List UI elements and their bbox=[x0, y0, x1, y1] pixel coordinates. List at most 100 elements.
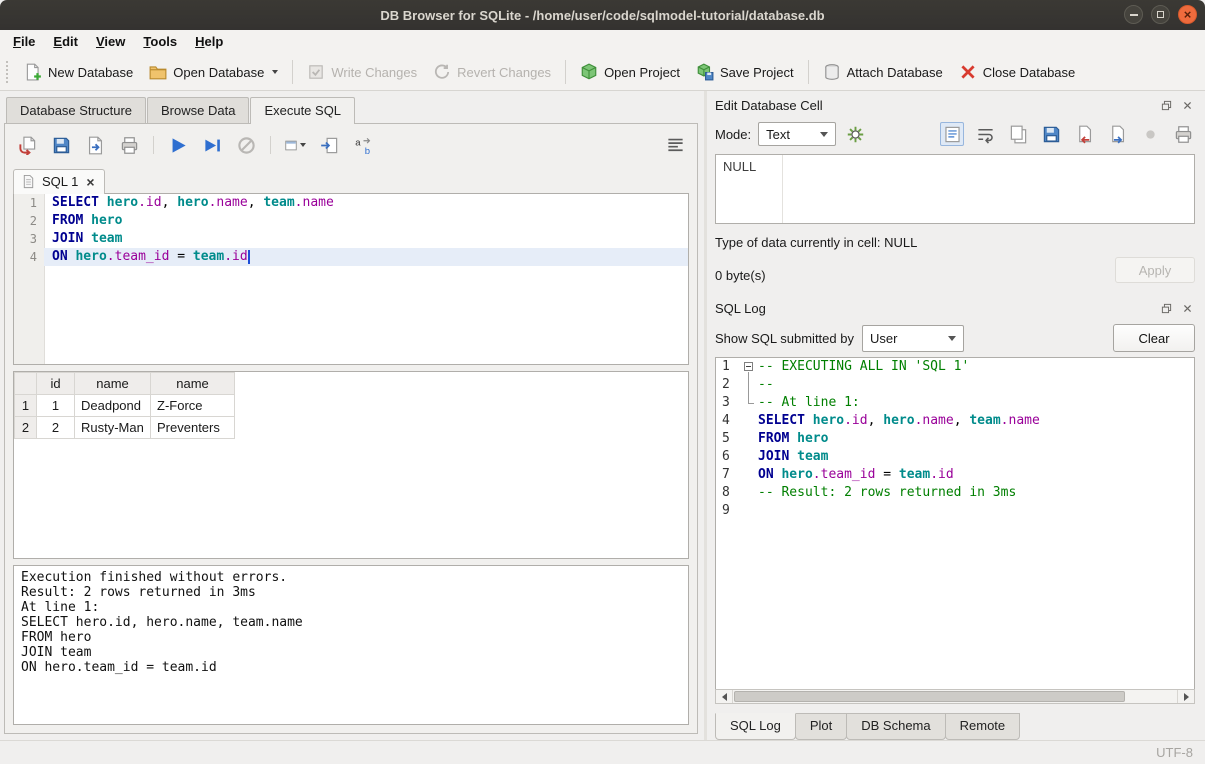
revert-changes-icon bbox=[433, 63, 451, 81]
set-null-button[interactable] bbox=[1138, 122, 1162, 146]
new-sql-tab-button[interactable] bbox=[283, 133, 307, 157]
menu-item-file[interactable]: File bbox=[4, 30, 44, 54]
float-button[interactable] bbox=[1158, 97, 1174, 113]
fold-marker[interactable] bbox=[740, 358, 758, 376]
svg-text:a: a bbox=[355, 137, 361, 148]
open-project-button[interactable]: Open Project bbox=[572, 58, 688, 86]
log-line: 9 bbox=[716, 502, 1194, 520]
word-wrap-button[interactable] bbox=[973, 122, 997, 146]
attach-database-button[interactable]: Attach Database bbox=[815, 58, 951, 86]
dock-close-button[interactable] bbox=[1179, 97, 1195, 113]
save-sql-file-button[interactable] bbox=[49, 133, 73, 157]
close-tab-icon[interactable]: × bbox=[86, 175, 94, 189]
print-sql-icon bbox=[120, 136, 139, 155]
cell-editor[interactable]: NULL bbox=[715, 154, 1195, 224]
tab-browse-data[interactable]: Browse Data bbox=[147, 97, 249, 123]
sql-toolbar: ab bbox=[13, 130, 689, 160]
line-number: 1 bbox=[716, 358, 740, 376]
execute-current-line-icon bbox=[203, 136, 222, 155]
row-header[interactable]: 1 bbox=[15, 395, 37, 417]
save-cell-button[interactable] bbox=[1039, 122, 1063, 146]
edit-cell-title: Edit Database Cell bbox=[715, 98, 1153, 113]
app-window: DB Browser for SQLite - /home/user/code/… bbox=[0, 0, 1205, 764]
column-header[interactable]: id bbox=[37, 373, 75, 395]
clear-button[interactable]: Clear bbox=[1113, 324, 1195, 352]
find-replace-button[interactable]: ab bbox=[351, 133, 375, 157]
close-database-button[interactable]: Close Database bbox=[951, 58, 1084, 86]
menu-item-view[interactable]: View bbox=[87, 30, 134, 54]
tab-db-schema[interactable]: DB Schema bbox=[846, 713, 945, 740]
collapse-icon[interactable] bbox=[744, 362, 753, 371]
tab-plot[interactable]: Plot bbox=[795, 713, 847, 740]
line-number: 5 bbox=[716, 430, 740, 448]
tab-sql-log[interactable]: SQL Log bbox=[715, 713, 796, 740]
menu-item-help[interactable]: Help bbox=[186, 30, 232, 54]
open-sql-file-button[interactable] bbox=[15, 133, 39, 157]
results-table[interactable]: idnamename11DeadpondZ-Force22Rusty-ManPr… bbox=[14, 372, 235, 439]
scrollbar-track[interactable] bbox=[732, 690, 1178, 703]
table-cell[interactable]: Deadpond bbox=[75, 395, 151, 417]
menu-item-tools[interactable]: Tools bbox=[134, 30, 186, 54]
scroll-left-button[interactable] bbox=[716, 690, 732, 703]
format-lines-button[interactable] bbox=[663, 133, 687, 157]
table-cell[interactable]: Preventers bbox=[151, 417, 235, 439]
main-content: Database StructureBrowse DataExecute SQL… bbox=[0, 91, 1205, 740]
save-project-label: Save Project bbox=[720, 65, 794, 80]
dock-close-button[interactable] bbox=[1179, 300, 1195, 316]
close-window-button[interactable]: × bbox=[1178, 5, 1197, 24]
minimize-icon bbox=[1130, 14, 1138, 16]
print-cell-button[interactable] bbox=[1171, 122, 1195, 146]
copy-cell-button[interactable] bbox=[1006, 122, 1030, 146]
open-database-button[interactable]: Open Database bbox=[141, 58, 286, 86]
save-project-button[interactable]: Save Project bbox=[688, 58, 802, 86]
table-cell[interactable]: 1 bbox=[37, 395, 75, 417]
save-project-icon bbox=[696, 63, 714, 81]
close-database-icon bbox=[959, 63, 977, 81]
scrollbar-thumb[interactable] bbox=[734, 691, 1125, 702]
export-cell-button[interactable] bbox=[1105, 122, 1129, 146]
tab-remote[interactable]: Remote bbox=[945, 713, 1021, 740]
log-filter-label: Show SQL submitted by bbox=[715, 331, 854, 346]
code-text: SELECT hero.id, hero.name, team.name bbox=[44, 194, 688, 212]
bottom-tab-bar: SQL LogPlotDB SchemaRemote bbox=[715, 713, 1195, 740]
column-header[interactable]: name bbox=[151, 373, 235, 395]
export-sql-button[interactable] bbox=[83, 133, 107, 157]
import-cell-button[interactable] bbox=[1072, 122, 1096, 146]
log-horizontal-scrollbar[interactable] bbox=[715, 689, 1195, 704]
table-cell[interactable]: Z-Force bbox=[151, 395, 235, 417]
scroll-right-button[interactable] bbox=[1178, 690, 1194, 703]
sql-editor[interactable]: 1SELECT hero.id, hero.name, team.name2FR… bbox=[13, 193, 689, 365]
titlebar[interactable]: DB Browser for SQLite - /home/user/code/… bbox=[0, 0, 1205, 30]
row-header[interactable]: 2 bbox=[15, 417, 37, 439]
copy-cell-icon bbox=[1009, 125, 1028, 144]
execute-all-button[interactable] bbox=[166, 133, 190, 157]
table-cell[interactable]: Rusty-Man bbox=[75, 417, 151, 439]
log-filter-select[interactable]: User bbox=[862, 325, 964, 352]
tab-database-structure[interactable]: Database Structure bbox=[6, 97, 146, 123]
maximize-button[interactable] bbox=[1151, 5, 1170, 24]
table-cell[interactable]: 2 bbox=[37, 417, 75, 439]
column-header[interactable]: name bbox=[75, 373, 151, 395]
execute-current-line-button[interactable] bbox=[200, 133, 224, 157]
log-line: 2-- bbox=[716, 376, 1194, 394]
write-changes-icon bbox=[307, 63, 325, 81]
open-sql-in-tab-button[interactable] bbox=[317, 133, 341, 157]
tab-execute-sql[interactable]: Execute SQL bbox=[250, 97, 355, 124]
sql-log-view: 1-- EXECUTING ALL IN 'SQL 1'2--3-- At li… bbox=[715, 357, 1195, 689]
float-icon bbox=[1161, 303, 1172, 314]
mode-select-value: Text bbox=[766, 127, 790, 142]
apply-button: Apply bbox=[1115, 257, 1195, 283]
float-button[interactable] bbox=[1158, 300, 1174, 316]
save-sql-file-icon bbox=[52, 136, 71, 155]
sql-doc-tab[interactable]: SQL 1 × bbox=[13, 169, 105, 194]
new-database-button[interactable]: New Database bbox=[16, 58, 141, 86]
minimize-button[interactable] bbox=[1124, 5, 1143, 24]
mode-settings-button[interactable] bbox=[843, 122, 867, 146]
text-view-button[interactable] bbox=[940, 122, 964, 146]
mode-select[interactable]: Text bbox=[758, 122, 836, 146]
print-sql-button[interactable] bbox=[117, 133, 141, 157]
line-number: 8 bbox=[716, 484, 740, 502]
attach-database-icon bbox=[823, 63, 841, 81]
menu-item-edit[interactable]: Edit bbox=[44, 30, 87, 54]
find-replace-icon: ab bbox=[354, 136, 373, 155]
